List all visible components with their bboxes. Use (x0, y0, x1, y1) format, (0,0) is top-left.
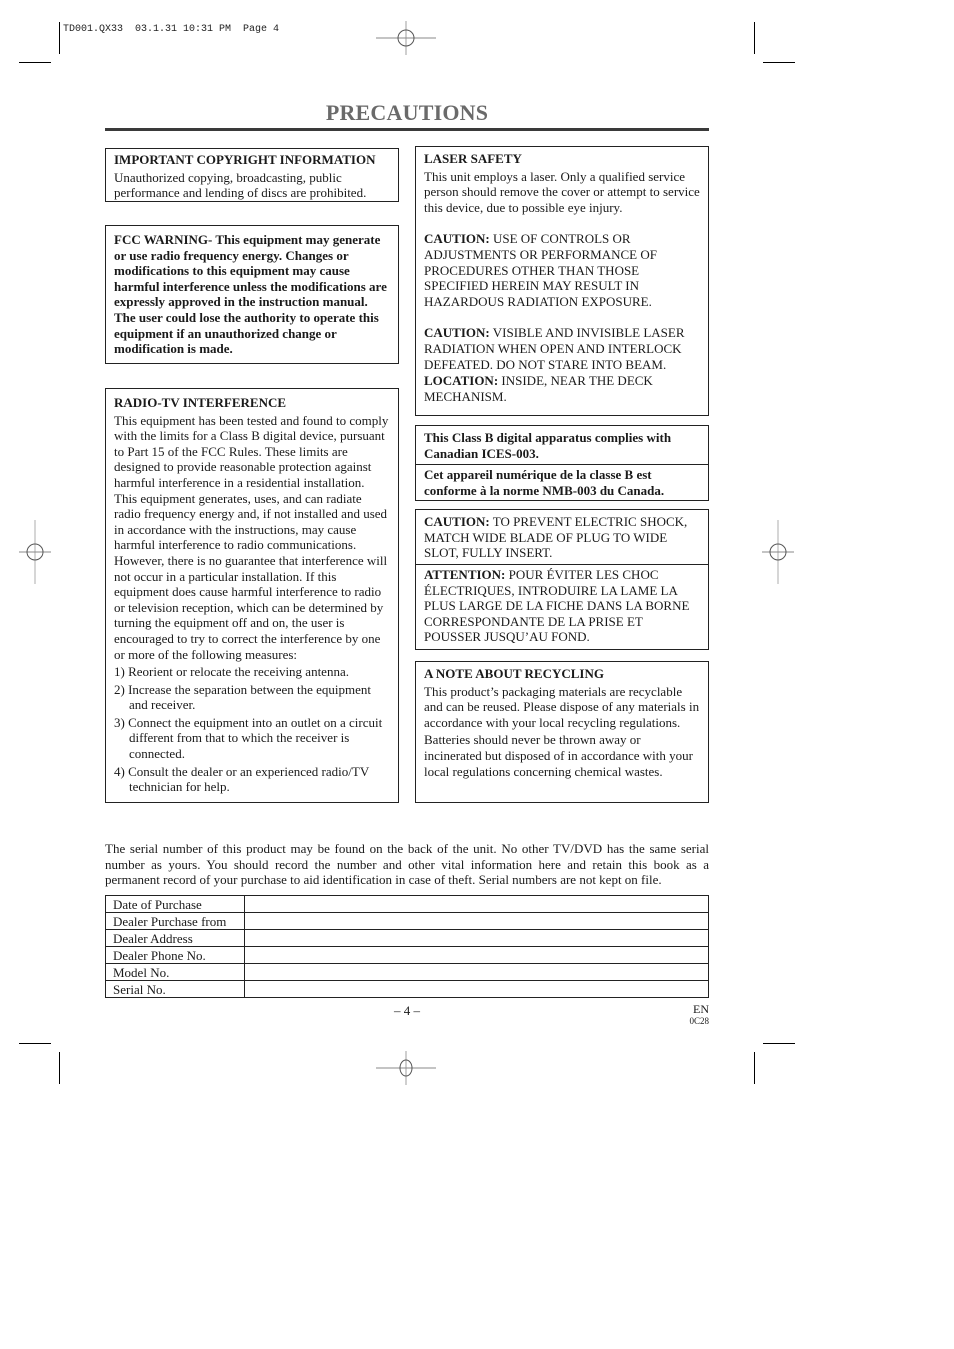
fcc-warning-box: FCC WARNING- This equipment may generate… (105, 225, 399, 364)
registration-mark-icon (376, 1051, 436, 1085)
fcc-warning-text: FCC WARNING- This equipment may generate… (114, 232, 387, 357)
caution-label: CAUTION: (424, 325, 490, 341)
table-row: Date of Purchase (105, 895, 709, 913)
measure-item: 2) Increase the separation between the e… (114, 681, 371, 713)
table-row: Dealer Phone No. (105, 946, 709, 964)
row-label: Model No. (105, 963, 245, 981)
radio-tv-para-1: This equipment has been tested and found… (114, 412, 389, 490)
radio-tv-heading: RADIO-TV INTERFERENCE (114, 395, 287, 410)
language-code-block: EN 0C28 (670, 1003, 709, 1027)
print-slug: TD001.QX33 03.1.31 10:31 PM Page 4 (63, 24, 280, 35)
crop-mark (59, 1052, 60, 1084)
recycling-box: A NOTE ABOUT RECYCLING This product’s pa… (415, 661, 709, 803)
caution-label: CAUTION: (424, 231, 490, 247)
copyright-body: Unauthorized copying, broadcasting, publ… (114, 169, 367, 201)
crop-mark (19, 62, 51, 63)
registration-mark-icon (19, 520, 51, 584)
measure-item: 4) Consult the dealer or an experienced … (114, 763, 369, 795)
plug-caution-box: CAUTION: TO PREVENT ELECTRIC SHOCK, MATC… (415, 509, 709, 650)
registration-mark-icon (762, 520, 794, 584)
row-value-field[interactable] (244, 963, 709, 981)
crop-mark (754, 1052, 755, 1084)
plug-caution: CAUTION: TO PREVENT ELECTRIC SHOCK, MATC… (424, 514, 700, 561)
purchase-record-table: Date of Purchase Dealer Purchase from De… (105, 895, 709, 998)
plug-attention: ATTENTION: POUR ÉVITER LES CHOC ÉLECTRIQ… (424, 567, 700, 645)
row-label: Dealer Phone No. (105, 946, 245, 964)
serial-number-note: The serial number of this product may be… (105, 841, 709, 888)
laser-caution-2: CAUTION: VISIBLE AND INVISIBLE LASER RAD… (424, 325, 700, 372)
location-label: LOCATION: (424, 373, 499, 389)
page-title: PRECAUTIONS (325, 100, 489, 125)
crop-mark (754, 22, 755, 54)
row-label: Dealer Purchase from (105, 912, 245, 930)
row-label: Date of Purchase (105, 895, 245, 913)
radio-tv-para-2: This equipment generates, uses, and can … (114, 490, 388, 553)
laser-safety-body: This unit employs a laser. Only a qualif… (424, 168, 700, 215)
table-row: Model No. (105, 963, 709, 981)
copyright-heading: IMPORTANT COPYRIGHT INFORMATION (114, 152, 376, 167)
row-label: Serial No. (105, 980, 245, 998)
row-value-field[interactable] (244, 912, 709, 930)
radio-tv-interference-box: RADIO-TV INTERFERENCE This equipment has… (105, 388, 399, 803)
row-value-field[interactable] (244, 895, 709, 913)
language-label: EN (693, 1002, 709, 1016)
measure-item: 3) Connect the equipment into an outlet … (114, 714, 383, 762)
registration-mark-icon (376, 21, 436, 55)
copyright-box: IMPORTANT COPYRIGHT INFORMATION Unauthor… (105, 148, 399, 202)
row-value-field[interactable] (244, 980, 709, 998)
table-row: Dealer Purchase from (105, 912, 709, 930)
crop-mark (763, 62, 795, 63)
table-row: Serial No. (105, 980, 709, 998)
measures-list: 1) Reorient or relocate the receiving an… (114, 664, 390, 795)
title-rule (105, 128, 709, 131)
canada-english: This Class B digital apparatus complies … (424, 430, 672, 461)
laser-location: LOCATION: INSIDE, NEAR THE DECK MECHANIS… (424, 373, 700, 404)
document-code: 0C28 (689, 1016, 709, 1026)
recycling-para-2: Batteries should never be thrown away or… (424, 732, 693, 779)
recycling-para-1: This product’s packaging materials are r… (424, 683, 700, 730)
canada-compliance-box: This Class B digital apparatus complies … (415, 425, 709, 501)
laser-caution-1: CAUTION: USE OF CONTROLS OR ADJUSTMENTS … (424, 231, 700, 309)
crop-mark (19, 1043, 51, 1044)
table-row: Dealer Address (105, 929, 709, 947)
measure-item: 1) Reorient or relocate the receiving an… (114, 664, 349, 680)
recycling-heading: A NOTE ABOUT RECYCLING (424, 666, 604, 681)
row-value-field[interactable] (244, 946, 709, 964)
page-number: – 4 – (394, 1003, 420, 1018)
row-label: Dealer Address (105, 929, 245, 947)
attention-label: ATTENTION: (424, 567, 506, 582)
radio-tv-para-3: However, there is no guarantee that inte… (114, 552, 388, 662)
laser-safety-heading: LASER SAFETY (424, 151, 522, 166)
laser-safety-box: LASER SAFETY This unit employs a laser. … (415, 146, 709, 416)
row-value-field[interactable] (244, 929, 709, 947)
crop-mark (59, 22, 60, 54)
caution-label: CAUTION: (424, 514, 490, 529)
canada-french: Cet appareil numérique de la classe B es… (424, 467, 665, 498)
crop-mark (763, 1043, 795, 1044)
